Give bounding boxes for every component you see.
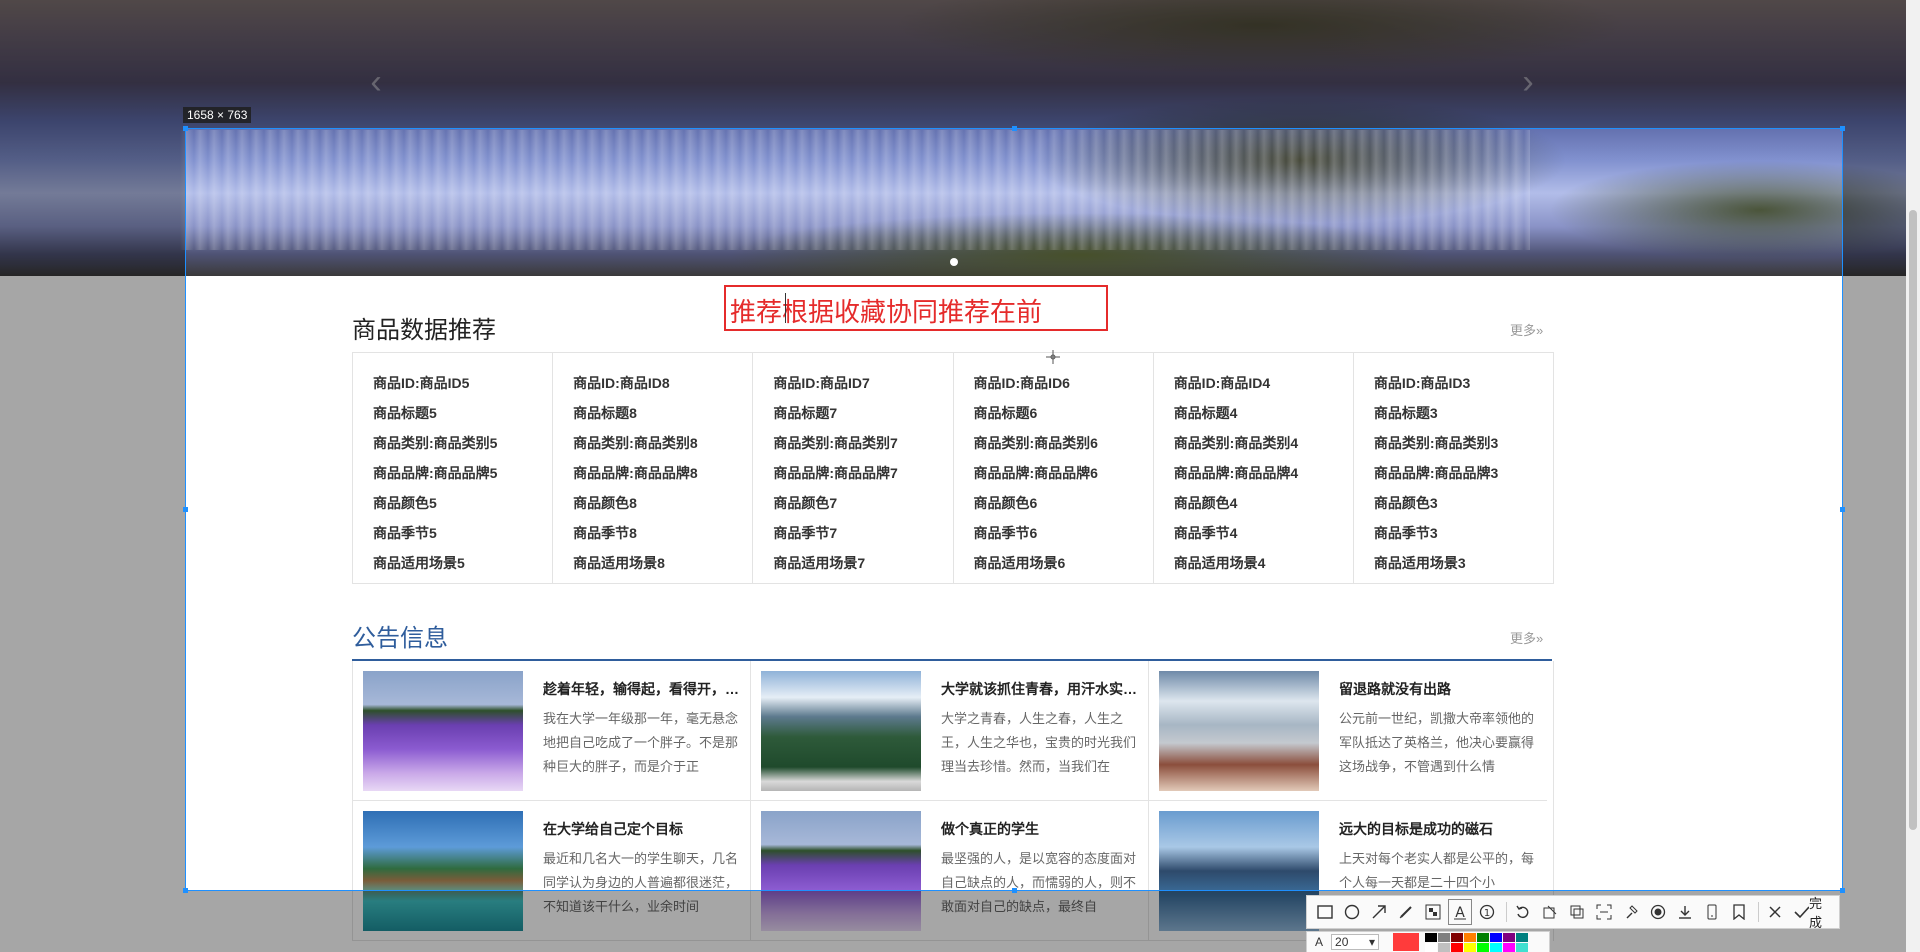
color-swatch[interactable] xyxy=(1425,932,1438,942)
resize-handle[interactable] xyxy=(1840,507,1845,512)
capture-selection[interactable] xyxy=(183,126,1845,893)
font-size-value: 20 xyxy=(1335,935,1349,949)
text-annotation[interactable]: 推荐根据收藏协同推荐在前 xyxy=(730,292,1042,329)
resize-handle[interactable] xyxy=(1840,126,1845,131)
resize-handle[interactable] xyxy=(1012,888,1017,893)
color-swatch[interactable] xyxy=(1490,942,1503,952)
color-swatch[interactable] xyxy=(1438,932,1451,942)
color-swatch[interactable] xyxy=(1451,932,1464,942)
ellipse-icon[interactable] xyxy=(1340,899,1364,925)
record-icon[interactable] xyxy=(1646,899,1670,925)
pen-icon[interactable] xyxy=(1394,899,1418,925)
selection-size-label: 1658 × 763 xyxy=(183,107,252,123)
toolbar-separator xyxy=(1506,902,1508,922)
resize-handle[interactable] xyxy=(183,507,188,512)
svg-text:A: A xyxy=(1455,905,1465,920)
selection-mask-top xyxy=(0,0,1920,128)
copy-icon[interactable] xyxy=(1565,899,1589,925)
color-swatch[interactable] xyxy=(1516,942,1529,952)
color-swatch[interactable] xyxy=(1516,932,1529,942)
color-swatch[interactable] xyxy=(1477,942,1490,952)
text-options-bar: A 20 ▾ xyxy=(1306,931,1550,952)
text-icon[interactable]: A xyxy=(1448,899,1473,925)
selection-mask-left xyxy=(0,128,185,952)
color-swatch[interactable] xyxy=(1503,942,1516,952)
resize-handle[interactable] xyxy=(183,126,188,131)
text-caret xyxy=(785,293,786,323)
color-palette xyxy=(1425,932,1529,952)
rectangle-icon[interactable] xyxy=(1313,899,1337,925)
color-swatch[interactable] xyxy=(1490,932,1503,942)
scrollbar-thumb[interactable] xyxy=(1909,210,1917,830)
font-icon: A xyxy=(1315,935,1324,949)
capture-toolbar: A 1 完成 xyxy=(1306,893,1840,931)
crosshair-cursor-icon xyxy=(1046,350,1060,364)
phone-icon[interactable] xyxy=(1700,899,1724,925)
ocr-icon[interactable] xyxy=(1592,899,1616,925)
resize-handle[interactable] xyxy=(1012,126,1017,131)
page-scrollbar[interactable] xyxy=(1906,0,1920,952)
mosaic-icon[interactable] xyxy=(1421,899,1445,925)
done-button[interactable]: 完成 xyxy=(1794,893,1833,931)
color-swatch[interactable] xyxy=(1438,942,1451,952)
color-swatch[interactable] xyxy=(1464,942,1477,952)
close-icon[interactable] xyxy=(1763,899,1787,925)
undo-icon[interactable] xyxy=(1511,899,1535,925)
topmost-icon[interactable] xyxy=(1619,899,1643,925)
save-icon[interactable] xyxy=(1673,899,1697,925)
chevron-down-icon: ▾ xyxy=(1368,935,1376,949)
resize-handle[interactable] xyxy=(1840,888,1845,893)
font-size-select[interactable]: 20 ▾ xyxy=(1331,934,1380,950)
color-swatch[interactable] xyxy=(1503,932,1516,942)
arrow-icon[interactable] xyxy=(1367,899,1391,925)
color-swatch[interactable] xyxy=(1477,932,1490,942)
resize-handle[interactable] xyxy=(183,888,188,893)
color-swatch[interactable] xyxy=(1451,942,1464,952)
toolbar-separator xyxy=(1758,902,1760,922)
bookmark-icon[interactable] xyxy=(1727,899,1751,925)
pin-icon[interactable] xyxy=(1538,899,1562,925)
color-swatch[interactable] xyxy=(1464,932,1477,942)
done-label: 完成 xyxy=(1809,896,1823,930)
number-icon[interactable]: 1 xyxy=(1475,899,1499,925)
svg-text:1: 1 xyxy=(1484,908,1490,919)
check-icon xyxy=(1794,906,1810,919)
current-color-swatch[interactable] xyxy=(1393,933,1420,951)
color-swatch[interactable] xyxy=(1425,942,1438,952)
